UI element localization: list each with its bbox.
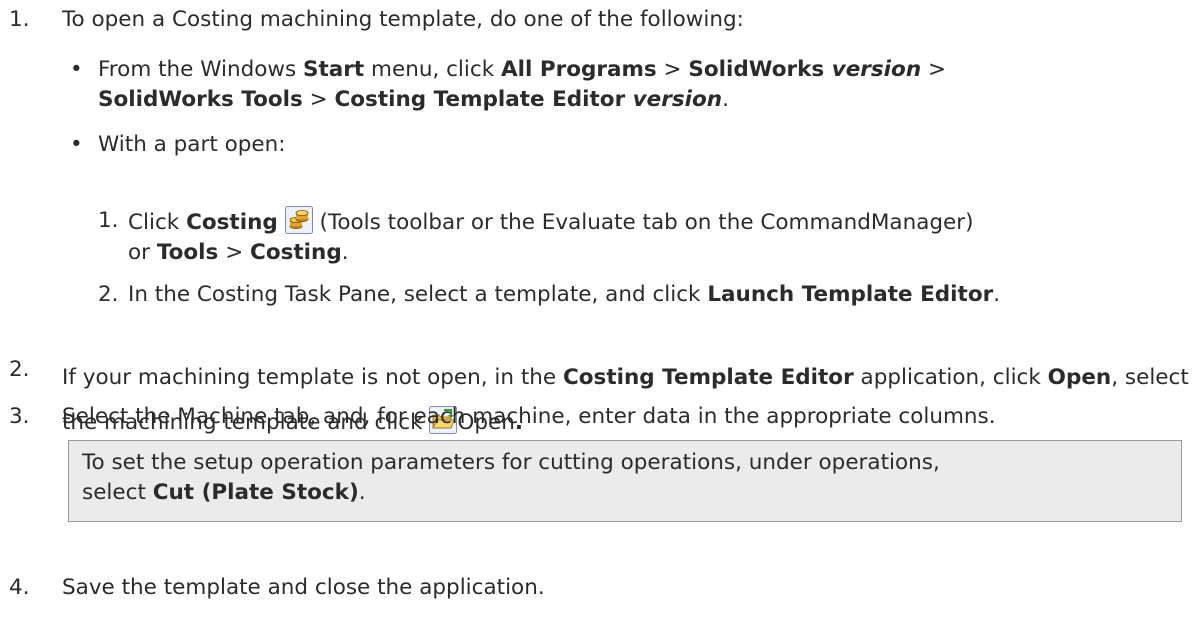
- substep-2-number: 2.: [98, 282, 119, 307]
- help-page: 1. To open a Costing machining template,…: [0, 0, 1201, 628]
- costing-coins-icon[interactable]: [284, 206, 313, 234]
- step-2-number: 2.: [9, 357, 30, 382]
- substep-2-text: In the Costing Task Pane, select a templ…: [128, 282, 1001, 307]
- step-4-text: Save the template and close the applicat…: [62, 575, 545, 600]
- substep-1-text: Click Costing (Tools toolbar or the Eval…: [128, 206, 1195, 268]
- substep-1-number: 1.: [98, 208, 119, 233]
- note-box: To set the setup operation parameters fo…: [68, 440, 1182, 522]
- step-1-number: 1.: [9, 7, 30, 32]
- step-3-text: Select the Machine tab, and, for each ma…: [62, 404, 996, 429]
- step-1-text: To open a Costing machining template, do…: [62, 7, 744, 32]
- step-4-number: 4.: [9, 575, 30, 600]
- bullet-2-symbol: •: [70, 132, 83, 157]
- bullet-1-text: From the Windows Start menu, click All P…: [98, 57, 946, 113]
- bullet-2-text: With a part open:: [98, 132, 286, 157]
- bullet-1-symbol: •: [70, 57, 83, 82]
- step-3-number: 3.: [9, 404, 30, 429]
